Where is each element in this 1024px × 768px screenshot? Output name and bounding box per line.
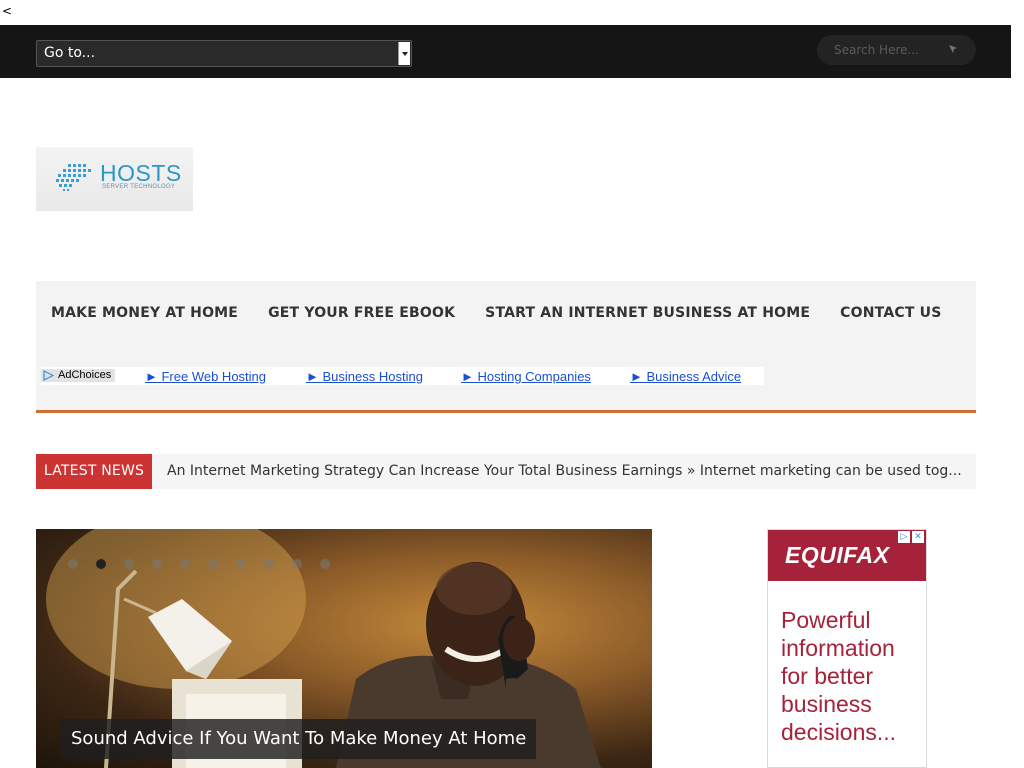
goto-select-label: Go to... — [44, 45, 96, 61]
site-logo[interactable]: HOSTS SERVER TECHNOLOGY — [36, 147, 193, 211]
slider-dot[interactable] — [292, 559, 302, 569]
ad-link-business-hosting[interactable]: ► Business Hosting — [306, 369, 423, 384]
slider-dot[interactable] — [264, 559, 274, 569]
nav-item-get-free-ebook[interactable]: GET YOUR FREE EBOOK — [268, 305, 455, 321]
slider-dot[interactable] — [152, 559, 162, 569]
adchoices-icon — [43, 370, 54, 381]
slider-dot[interactable] — [124, 559, 134, 569]
logo-tagline: SERVER TECHNOLOGY — [102, 184, 176, 190]
latest-news-label: LATEST NEWS — [36, 454, 152, 489]
top-bar: Go to... Search Here... — [0, 25, 1011, 78]
slider-pagination — [68, 559, 330, 569]
search-icon[interactable] — [948, 44, 958, 54]
ad-control-icons: ▷ ✕ — [898, 531, 924, 543]
ad-link-free-web-hosting[interactable]: ► Free Web Hosting — [145, 369, 266, 384]
ad-link-business-advice[interactable]: ► Business Advice — [630, 369, 741, 384]
ad-links-bar: AdChoices ► Free Web Hosting ► Business … — [41, 367, 764, 385]
slider-dot[interactable] — [208, 559, 218, 569]
latest-news-headline[interactable]: An Internet Marketing Strategy Can Incre… — [167, 454, 967, 489]
chevron-down-icon[interactable] — [398, 42, 410, 65]
nav-menu: MAKE MONEY AT HOME GET YOUR FREE EBOOK S… — [51, 305, 942, 321]
ad-link-hosting-companies[interactable]: ► Hosting Companies — [461, 369, 591, 384]
ad-headline: Powerful information for better business… — [781, 607, 897, 745]
search-placeholder: Search Here... — [834, 43, 919, 57]
slide-caption[interactable]: Sound Advice If You Want To Make Money A… — [61, 719, 537, 759]
close-icon[interactable]: ✕ — [912, 531, 924, 543]
featured-slider[interactable]: Sound Advice If You Want To Make Money A… — [36, 529, 652, 768]
logo-graphic-icon — [56, 164, 91, 191]
adchoices-triangle-icon[interactable]: ▷ — [898, 531, 910, 543]
slider-dot[interactable] — [320, 559, 330, 569]
goto-select[interactable]: Go to... — [36, 40, 412, 67]
nav-item-contact-us[interactable]: CONTACT US — [840, 305, 941, 321]
logo-wordmark: HOSTS — [100, 160, 182, 186]
slider-dot[interactable] — [68, 559, 78, 569]
sidebar-advertisement[interactable]: EQUIFAX ▷ ✕ Powerful information for bet… — [767, 529, 927, 768]
search-input[interactable]: Search Here... — [817, 35, 976, 65]
slider-dot[interactable] — [180, 559, 190, 569]
main-navigation: MAKE MONEY AT HOME GET YOUR FREE EBOOK S… — [36, 281, 976, 413]
nav-item-make-money-at-home[interactable]: MAKE MONEY AT HOME — [51, 305, 238, 321]
slider-dot[interactable] — [96, 559, 106, 569]
stray-character: < — [2, 4, 13, 18]
adchoices-label: AdChoices — [58, 369, 112, 381]
adchoices-badge[interactable]: AdChoices — [41, 369, 115, 382]
ad-brand-name: EQUIFAX — [785, 542, 890, 568]
nav-item-start-internet-business[interactable]: START AN INTERNET BUSINESS AT HOME — [485, 305, 810, 321]
slider-dot[interactable] — [236, 559, 246, 569]
latest-news-ticker: LATEST NEWS An Internet Marketing Strate… — [36, 454, 976, 489]
